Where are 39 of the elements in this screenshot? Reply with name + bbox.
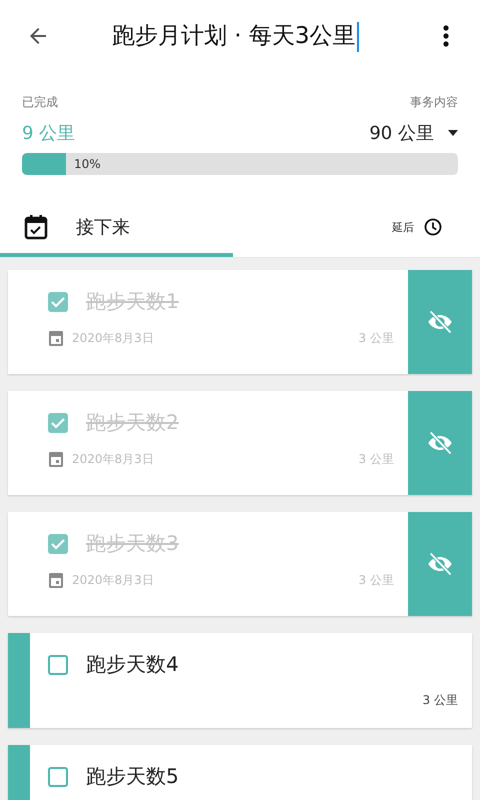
task-card[interactable]: 跑步天数4 3 公里 [8,633,472,728]
calendar-icon [48,571,64,589]
done-label: 已完成 [22,94,58,111]
checkbox[interactable] [48,534,68,554]
hide-button[interactable] [408,512,472,616]
checkbox[interactable] [48,292,68,312]
progress-bar: 10% [22,153,458,175]
dropdown-caret-icon [448,130,458,136]
more-icon [442,24,450,48]
task-date: 2020年8月3日 [72,572,154,588]
checkbox[interactable] [48,412,68,432]
hide-button[interactable] [408,391,472,495]
hide-button[interactable] [408,270,472,374]
eye-off-icon [426,308,454,336]
task-title: 跑步天数4 [86,651,179,678]
eye-off-icon [426,550,454,578]
task-distance: 3 公里 [358,450,394,468]
task-distance: 3 公里 [358,330,394,346]
task-title: 跑步天数1 [86,288,179,315]
calendar-icon [48,329,64,347]
total-dropdown[interactable]: 90 公里 [369,121,458,145]
checkbox[interactable] [48,766,68,786]
task-distance: 3 公里 [358,572,394,588]
task-card[interactable]: 跑步天数5 [8,745,472,800]
clock-icon [424,218,442,236]
task-distance: 3 公里 [422,692,458,709]
eye-off-icon [426,429,454,457]
checkbox[interactable] [48,654,68,674]
task-title: 跑步天数2 [86,409,179,436]
task-title: 跑步天数5 [86,763,179,790]
total-label: 事务内容 [410,94,458,111]
task-date: 2020年8月3日 [72,450,154,468]
title-field[interactable]: 跑步月计划 · 每天3公里 [76,20,408,52]
task-date: 2020年8月3日 [72,330,154,346]
done-value: 9 公里 [22,122,76,145]
calendar-check-icon [24,214,48,240]
calendar-icon [48,450,64,468]
tab[interactable]: 延后 [233,201,480,257]
task-title: 跑步天数3 [86,530,179,557]
